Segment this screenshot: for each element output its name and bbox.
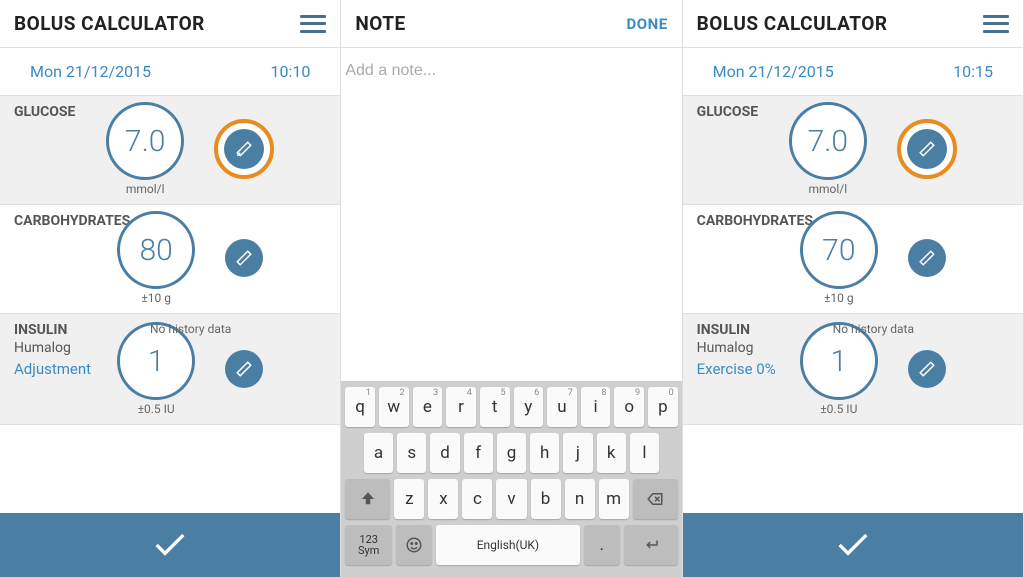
key-k[interactable]: k [597,433,626,473]
emoji-icon [405,536,423,554]
key-z[interactable]: z [394,479,424,519]
key-s[interactable]: s [397,433,426,473]
key-x[interactable]: x [428,479,458,519]
pencil-icon [235,360,253,378]
keyboard: q1w2e3r4t5y6u7i8o9p0 asdfghjkl zxcvbnm 1… [341,381,681,577]
header: NOTE DONE [341,0,681,48]
backspace-key[interactable] [633,479,678,519]
space-key[interactable]: English(UK) [436,525,580,565]
key-p[interactable]: p0 [648,387,678,427]
key-a[interactable]: a [364,433,393,473]
insulin-edit-button[interactable] [908,350,946,388]
key-u[interactable]: u7 [547,387,577,427]
glucose-section: GLUCOSE 7.0 mmol/l [683,96,1023,205]
emoji-key[interactable] [396,525,432,565]
done-button[interactable]: DONE [627,15,668,33]
key-n[interactable]: n [565,479,595,519]
key-f[interactable]: f [464,433,493,473]
period-key[interactable]: . [584,525,620,565]
insulin-edit-button[interactable] [225,350,263,388]
glucose-unit: mmol/l [126,182,165,196]
kb-row1: q1w2e3r4t5y6u7i8o9p0 [345,387,677,427]
glucose-edit-button[interactable] [214,119,274,179]
note-input-area [341,48,681,92]
pencil-icon [918,140,936,158]
carbs-edit-button[interactable] [908,239,946,277]
menu-icon[interactable] [300,15,326,33]
carbs-value[interactable]: 70 [800,211,878,289]
header: BOLUS CALCULATOR [0,0,340,48]
sym-label-2: Sym [358,545,379,556]
insulin-unit: ±0.5 IU [138,402,175,416]
glucose-value[interactable]: 7.0 [106,102,184,180]
history-note: No history data [150,322,231,336]
insulin-unit: ±0.5 IU [820,402,857,416]
confirm-button[interactable] [0,513,340,577]
date-label: Mon 21/12/2015 [713,62,834,81]
history-note: No history data [833,322,914,336]
carbs-section: CARBOHYDRATES 80 ±10 g [0,205,340,314]
key-j[interactable]: j [563,433,592,473]
key-i[interactable]: i8 [581,387,611,427]
key-b[interactable]: b [531,479,561,519]
sym-key[interactable]: 123 Sym [345,525,392,565]
date-row[interactable]: Mon 21/12/2015 10:15 [683,48,1023,96]
key-w[interactable]: w2 [379,387,409,427]
confirm-button[interactable] [683,513,1023,577]
enter-icon [642,536,660,554]
glucose-value[interactable]: 7.0 [789,102,867,180]
check-icon [833,525,873,565]
header: BOLUS CALCULATOR [683,0,1023,48]
key-r[interactable]: r4 [446,387,476,427]
carbs-edit-button[interactable] [225,239,263,277]
enter-key[interactable] [624,525,678,565]
key-d[interactable]: d [430,433,459,473]
time-label: 10:15 [953,62,993,81]
time-label: 10:10 [270,62,310,81]
key-o[interactable]: o9 [614,387,644,427]
key-l[interactable]: l [630,433,659,473]
carbs-unit: ±10 g [824,291,854,305]
bolus-panel-1: BOLUS CALCULATOR Mon 21/12/2015 10:10 GL… [0,0,341,577]
key-e[interactable]: e3 [413,387,443,427]
glucose-section: GLUCOSE 7.0 mmol/l [0,96,340,205]
shift-key[interactable] [345,479,390,519]
note-panel: NOTE DONE q1w2e3r4t5y6u7i8o9p0 asdfghjkl… [341,0,682,577]
carbs-unit: ±10 g [141,291,171,305]
pencil-icon [918,249,936,267]
key-t[interactable]: t5 [480,387,510,427]
glucose-edit-button[interactable] [897,119,957,179]
key-q[interactable]: q1 [345,387,375,427]
key-g[interactable]: g [497,433,526,473]
carbs-value[interactable]: 80 [117,211,195,289]
space-label: English(UK) [477,538,539,552]
key-m[interactable]: m [599,479,629,519]
page-title: BOLUS CALCULATOR [697,12,888,35]
carbs-section: CARBOHYDRATES 70 ±10 g [683,205,1023,314]
key-y[interactable]: y6 [514,387,544,427]
bolus-panel-2: BOLUS CALCULATOR Mon 21/12/2015 10:15 GL… [683,0,1024,577]
note-text-field[interactable] [345,62,677,80]
glucose-unit: mmol/l [808,182,847,196]
key-v[interactable]: v [496,479,526,519]
pencil-icon [918,360,936,378]
key-c[interactable]: c [462,479,492,519]
kb-row4: 123 Sym English(UK) . [345,525,677,565]
date-row[interactable]: Mon 21/12/2015 10:10 [0,48,340,96]
page-title: NOTE [355,12,405,35]
kb-row2: asdfghjkl [345,433,677,473]
insulin-section: INSULIN Humalog Adjustment No history da… [0,314,340,425]
shift-icon [359,490,377,508]
kb-row3: zxcvbnm [345,479,677,519]
page-title: BOLUS CALCULATOR [14,12,205,35]
pencil-icon [235,249,253,267]
menu-icon[interactable] [983,15,1009,33]
insulin-section: INSULIN Humalog Exercise 0% No history d… [683,314,1023,425]
date-label: Mon 21/12/2015 [30,62,151,81]
check-icon [150,525,190,565]
backspace-icon [646,490,664,508]
pencil-icon [235,140,253,158]
key-h[interactable]: h [530,433,559,473]
